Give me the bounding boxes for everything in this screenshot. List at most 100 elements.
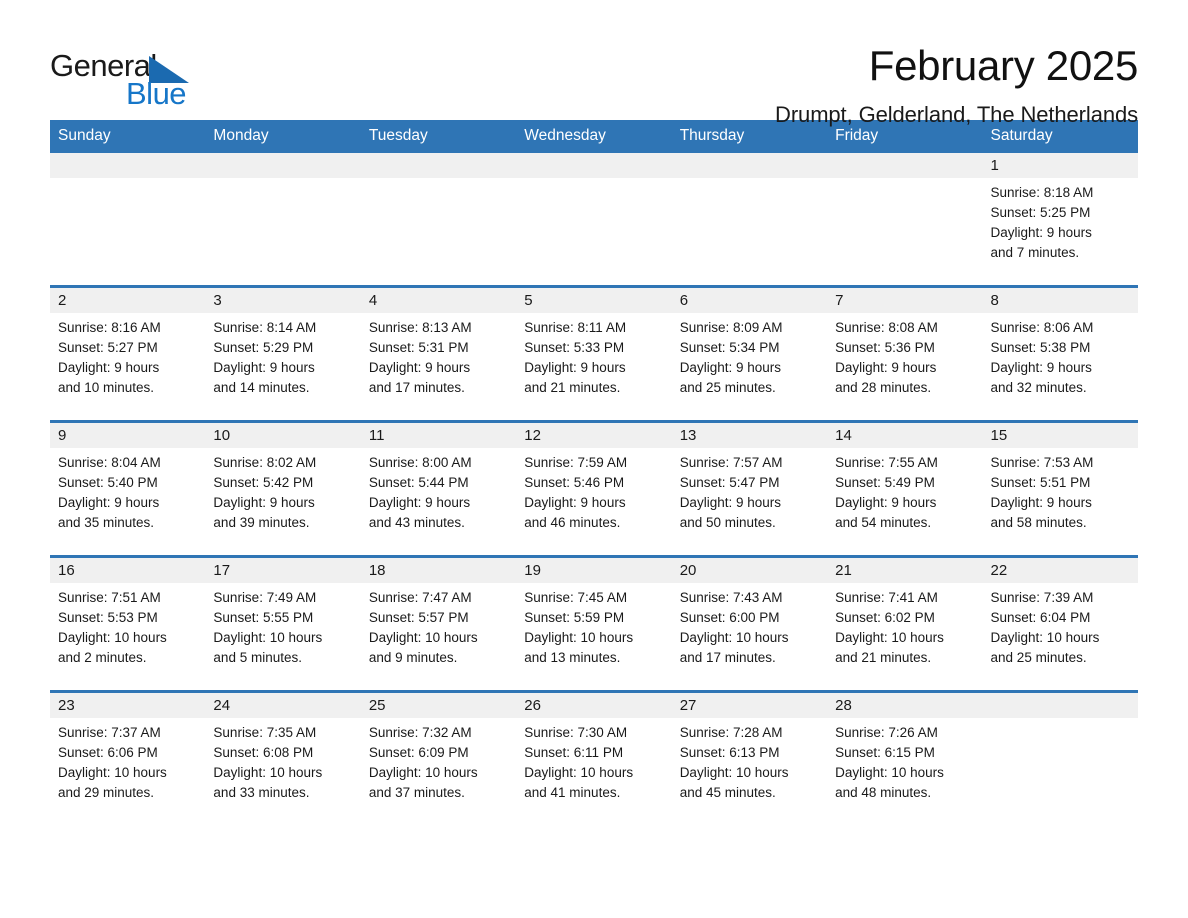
day-number: 9 [50, 423, 206, 448]
day-cell-inner: 2 Sunrise: 8:16 AM Sunset: 5:27 PM Daylight… [50, 288, 206, 420]
generalblue-logo[interactable]: General Blue [50, 44, 195, 109]
weekday-header-wednesday: Wednesday [516, 120, 672, 153]
daylight-text-line1: Daylight: 9 hours [213, 360, 315, 375]
daylight-text-line1: Daylight: 10 hours [213, 765, 323, 780]
daylight-text-line1: Daylight: 10 hours [524, 630, 634, 645]
daylight-text-line1: Daylight: 9 hours [990, 225, 1092, 240]
sunrise-text: Sunrise: 7:45 AM [524, 590, 628, 605]
day-details: Sunrise: 8:13 AM Sunset: 5:31 PM Daylight:… [361, 313, 516, 398]
daylight-text-line2: and 50 minutes. [679, 515, 776, 530]
calendar-day-cell[interactable]: 3 Sunrise: 8:14 AM Sunset: 5:29 PM Daylight… [205, 285, 361, 422]
daylight-text-line2: and 48 minutes. [835, 785, 932, 800]
calendar-day-cell[interactable]: 7 Sunrise: 8:08 AM Sunset: 5:36 PM Daylight… [827, 285, 983, 422]
day-details: Sunrise: 7:35 AM Sunset: 6:08 PM Daylight:… [205, 718, 360, 803]
daylight-text-line1: Daylight: 10 hours [679, 630, 789, 645]
sunrise-text: Sunrise: 7:53 AM [990, 455, 1094, 470]
sunset-text: Sunset: 5:57 PM [368, 610, 469, 625]
calendar-day-cell [982, 690, 1138, 825]
sunrise-text: Sunrise: 7:41 AM [835, 590, 938, 605]
calendar-day-cell[interactable]: 18 Sunrise: 7:47 AM Sunset: 5:57 PM Dayligh… [360, 555, 517, 692]
day-number: 19 [516, 558, 672, 583]
day-number: 5 [516, 288, 672, 313]
sunset-text: Sunset: 6:15 PM [835, 745, 935, 760]
calendar-day-cell[interactable]: 6 Sunrise: 8:09 AM Sunset: 5:34 PM Daylight… [671, 285, 828, 422]
sunrise-text: Sunrise: 8:18 AM [990, 185, 1094, 200]
calendar-day-cell[interactable]: 20 Sunrise: 7:43 AM Sunset: 6:00 PM Dayligh… [671, 555, 828, 692]
day-number: 23 [50, 693, 206, 718]
calendar-day-cell [671, 153, 828, 287]
calendar-day-cell[interactable]: 13 Sunrise: 7:57 AM Sunset: 5:47 PM Dayligh… [671, 420, 828, 557]
daylight-text-line2: and 17 minutes. [368, 380, 465, 395]
calendar-day-cell[interactable]: 8 Sunrise: 8:06 AM Sunset: 5:38 PM Daylight… [982, 285, 1138, 422]
daylight-text-line1: Daylight: 10 hours [368, 765, 478, 780]
day-number: 8 [982, 288, 1138, 313]
calendar-day-cell[interactable]: 26 Sunrise: 7:30 AM Sunset: 6:11 PM Dayligh… [516, 690, 672, 825]
calendar-day-cell [360, 153, 517, 287]
calendar-day-cell[interactable]: 1 Sunrise: 8:18 AM Sunset: 5:25 PM Daylight… [982, 153, 1138, 287]
weekday-header-tuesday: Tuesday [360, 120, 517, 153]
day-cell-inner [671, 153, 828, 285]
calendar-day-cell[interactable]: 22 Sunrise: 7:39 AM Sunset: 6:04 PM Dayligh… [982, 555, 1138, 692]
day-number: 24 [205, 693, 361, 718]
day-number: 1 [982, 153, 1138, 178]
day-cell-inner: 1 Sunrise: 8:18 AM Sunset: 5:25 PM Daylight… [982, 153, 1138, 285]
sunrise-text: Sunrise: 8:14 AM [213, 320, 317, 335]
calendar-day-cell[interactable]: 4 Sunrise: 8:13 AM Sunset: 5:31 PM Daylight… [360, 285, 517, 422]
calendar-day-cell[interactable]: 12 Sunrise: 7:59 AM Sunset: 5:46 PM Dayligh… [516, 420, 672, 557]
calendar-day-cell[interactable]: 23 Sunrise: 7:37 AM Sunset: 6:06 PM Dayligh… [50, 690, 206, 825]
calendar-day-cell[interactable]: 9 Sunrise: 8:04 AM Sunset: 5:40 PM Daylight… [50, 420, 206, 557]
calendar-day-cell[interactable]: 11 Sunrise: 8:00 AM Sunset: 5:44 PM Dayligh… [360, 420, 517, 557]
daylight-text-line2: and 21 minutes. [835, 650, 932, 665]
sunset-text: Sunset: 5:44 PM [368, 475, 469, 490]
day-number: 20 [671, 558, 828, 583]
daylight-text-line1: Daylight: 9 hours [679, 495, 781, 510]
calendar-day-cell[interactable]: 17 Sunrise: 7:49 AM Sunset: 5:55 PM Dayligh… [205, 555, 361, 692]
calendar-day-cell[interactable]: 14 Sunrise: 7:55 AM Sunset: 5:49 PM Dayligh… [827, 420, 983, 557]
calendar-day-cell[interactable]: 27 Sunrise: 7:28 AM Sunset: 6:13 PM Dayligh… [671, 690, 828, 825]
calendar-day-cell[interactable]: 10 Sunrise: 8:02 AM Sunset: 5:42 PM Dayligh… [205, 420, 361, 557]
day-cell-inner [205, 153, 361, 285]
daylight-text-line1: Daylight: 9 hours [990, 495, 1092, 510]
calendar-week-row: 23 Sunrise: 7:37 AM Sunset: 6:06 PM Dayligh… [50, 690, 1138, 825]
day-number: 21 [827, 558, 983, 583]
sunset-text: Sunset: 5:31 PM [368, 340, 469, 355]
calendar-day-cell[interactable]: 24 Sunrise: 7:35 AM Sunset: 6:08 PM Dayligh… [205, 690, 361, 825]
sunrise-text: Sunrise: 8:04 AM [58, 455, 161, 470]
daylight-text-line1: Daylight: 10 hours [835, 765, 944, 780]
calendar-day-cell[interactable]: 25 Sunrise: 7:32 AM Sunset: 6:09 PM Dayligh… [360, 690, 517, 825]
calendar-day-cell[interactable]: 21 Sunrise: 7:41 AM Sunset: 6:02 PM Dayligh… [827, 555, 983, 692]
daylight-text-line2: and 54 minutes. [835, 515, 932, 530]
day-cell-inner: 3 Sunrise: 8:14 AM Sunset: 5:29 PM Daylight… [205, 288, 361, 420]
day-cell-inner: 10 Sunrise: 8:02 AM Sunset: 5:42 PM Dayligh… [205, 423, 361, 555]
day-number [671, 153, 828, 178]
sunset-text: Sunset: 6:02 PM [835, 610, 935, 625]
calendar-day-cell [50, 153, 206, 287]
title-block: February 2025 Drumpt, Gelderland, The Ne… [775, 43, 1138, 128]
day-cell-inner: 14 Sunrise: 7:55 AM Sunset: 5:49 PM Dayligh… [827, 423, 983, 555]
sunrise-text: Sunrise: 7:43 AM [679, 590, 783, 605]
day-details: Sunrise: 8:08 AM Sunset: 5:36 PM Daylight:… [827, 313, 982, 398]
calendar-day-cell[interactable]: 5 Sunrise: 8:11 AM Sunset: 5:33 PM Daylight… [516, 285, 672, 422]
day-cell-inner: 20 Sunrise: 7:43 AM Sunset: 6:00 PM Dayligh… [671, 558, 828, 690]
calendar-day-cell[interactable]: 15 Sunrise: 7:53 AM Sunset: 5:51 PM Dayligh… [982, 420, 1138, 557]
sunrise-text: Sunrise: 7:39 AM [990, 590, 1094, 605]
calendar-day-cell[interactable]: 2 Sunrise: 8:16 AM Sunset: 5:27 PM Daylight… [50, 285, 206, 422]
day-cell-inner: 13 Sunrise: 7:57 AM Sunset: 5:47 PM Dayligh… [671, 423, 828, 555]
daylight-text-line2: and 29 minutes. [58, 785, 155, 800]
day-cell-inner [827, 153, 983, 285]
day-number: 16 [50, 558, 206, 583]
sunset-text: Sunset: 5:49 PM [835, 475, 935, 490]
day-number: 7 [827, 288, 983, 313]
day-details: Sunrise: 7:30 AM Sunset: 6:11 PM Daylight:… [516, 718, 671, 803]
day-details: Sunrise: 8:06 AM Sunset: 5:38 PM Daylight:… [983, 313, 1138, 398]
calendar-day-cell[interactable]: 28 Sunrise: 7:26 AM Sunset: 6:15 PM Dayligh… [827, 690, 983, 825]
sunset-text: Sunset: 6:06 PM [58, 745, 158, 760]
daylight-text-line2: and 46 minutes. [524, 515, 621, 530]
calendar-day-cell[interactable]: 16 Sunrise: 7:51 AM Sunset: 5:53 PM Dayligh… [50, 555, 206, 692]
sunrise-text: Sunrise: 7:30 AM [524, 725, 628, 740]
calendar-day-cell[interactable]: 19 Sunrise: 7:45 AM Sunset: 5:59 PM Dayligh… [516, 555, 672, 692]
day-details: Sunrise: 7:49 AM Sunset: 5:55 PM Daylight:… [205, 583, 360, 668]
calendar-table: Sunday Monday Tuesday Wednesday Thursday… [50, 120, 1138, 825]
day-number: 27 [671, 693, 828, 718]
day-details: Sunrise: 7:43 AM Sunset: 6:00 PM Daylight:… [672, 583, 827, 668]
